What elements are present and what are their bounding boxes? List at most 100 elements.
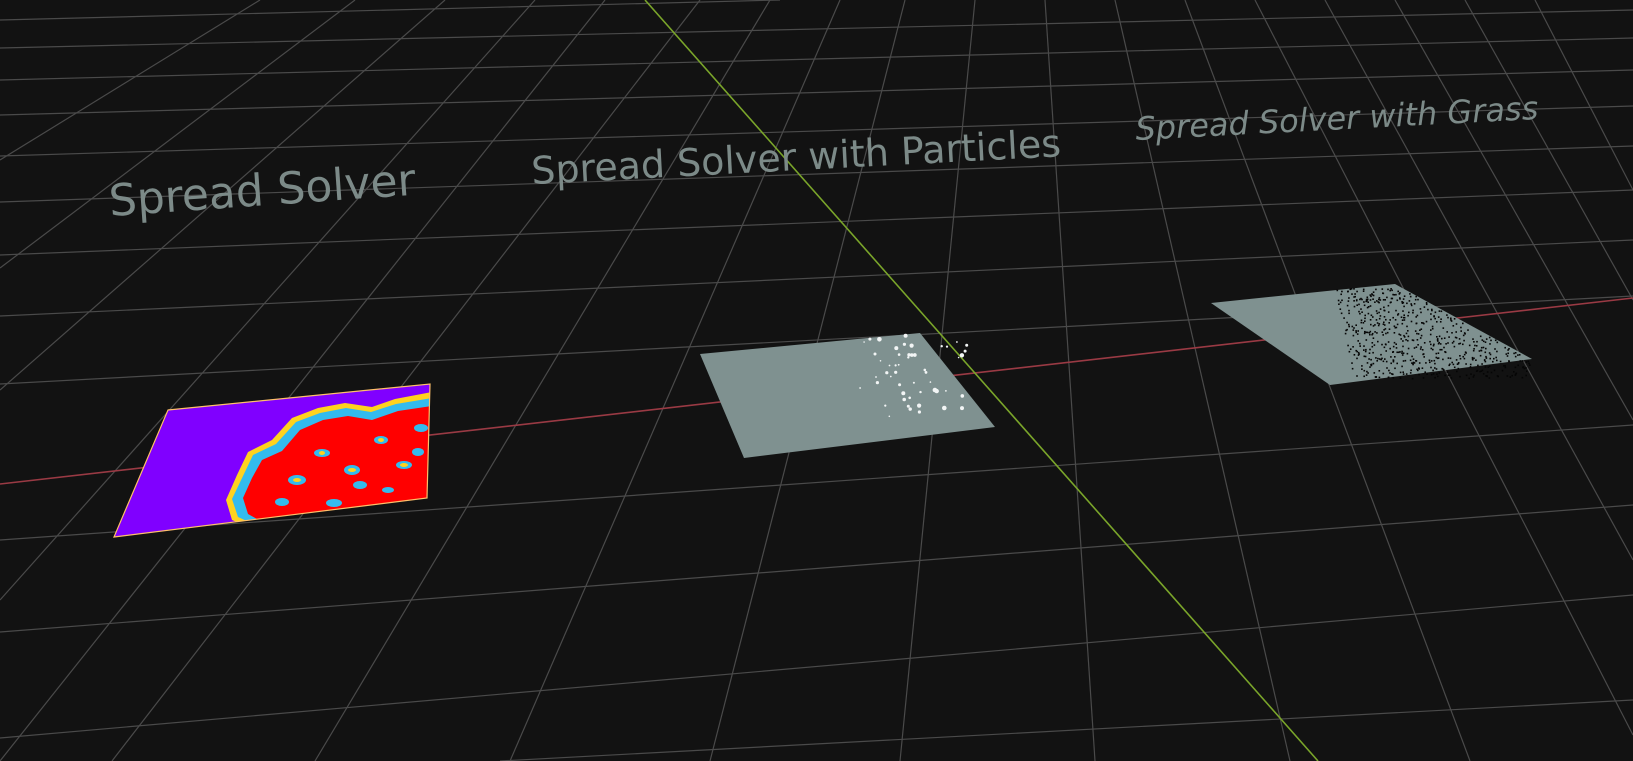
particle — [945, 345, 949, 348]
grass-blade — [1420, 311, 1422, 314]
grass-blade — [1423, 322, 1425, 325]
grass-blade — [1485, 355, 1487, 358]
grass-blade — [1435, 368, 1438, 370]
grass-blade — [1403, 295, 1406, 297]
grass-blade — [1430, 360, 1433, 362]
grass-blade — [1438, 372, 1441, 374]
grass-blade — [1392, 377, 1395, 379]
grass-blade — [1446, 314, 1448, 316]
grass-blade — [1412, 361, 1415, 364]
grass-blade — [1346, 321, 1348, 324]
grass-blade — [1473, 348, 1475, 350]
grass-blade — [1385, 332, 1387, 335]
grass-blade — [1453, 345, 1456, 348]
grass-blade — [1355, 330, 1357, 332]
grass-blade — [1374, 301, 1376, 303]
grass-blade — [1525, 361, 1528, 363]
3d-viewport[interactable]: Spread Solver Spread Solver with Particl… — [0, 0, 1633, 761]
grass-blade — [1381, 288, 1384, 290]
grass-blade — [1425, 303, 1428, 306]
particle — [894, 346, 899, 351]
grass-blade — [1488, 377, 1491, 379]
grass-blade — [1517, 354, 1519, 356]
grass-blade — [1382, 299, 1385, 301]
grass-blade — [1463, 357, 1466, 360]
grass-blade — [1358, 353, 1360, 355]
grass-blade — [1356, 350, 1358, 353]
grass-blade — [1366, 296, 1369, 299]
grass-blade — [1355, 324, 1357, 326]
particle — [903, 333, 908, 338]
grass-blade — [1475, 359, 1477, 361]
grass-blade — [1387, 311, 1390, 313]
grass-blade — [1486, 375, 1488, 378]
grass-blade — [1401, 350, 1403, 353]
particle — [965, 343, 969, 347]
grass-blade — [1399, 377, 1402, 379]
grass-blade — [1528, 362, 1530, 365]
grass-blade — [1401, 365, 1403, 368]
grass-blade — [1410, 369, 1412, 372]
grass-blade — [1399, 297, 1401, 299]
grass-blade — [1351, 367, 1354, 370]
grass-blade — [1523, 367, 1526, 370]
grass-blade — [1446, 371, 1449, 373]
grass-blade — [1363, 304, 1366, 307]
particle — [945, 390, 947, 392]
grass-blade — [1433, 343, 1435, 346]
grass-blade — [1417, 298, 1419, 301]
grass-blade — [1381, 343, 1383, 346]
particle — [894, 364, 897, 367]
grass-blade — [1356, 333, 1359, 335]
grass-blade — [1369, 299, 1372, 301]
particle — [917, 403, 922, 408]
grass-blade — [1384, 358, 1386, 360]
grass-blade — [1421, 349, 1424, 351]
grass-blade — [1403, 305, 1405, 308]
particle — [898, 383, 902, 387]
grass-blade — [1395, 326, 1398, 329]
grass-blade — [1407, 314, 1409, 317]
grass-blade — [1409, 372, 1412, 374]
particle — [917, 410, 922, 414]
grass-blade — [1353, 305, 1356, 308]
grass-blade — [1421, 322, 1423, 324]
grass-blade — [1468, 377, 1470, 380]
grass-blade — [1494, 348, 1496, 350]
grass-blade — [1463, 339, 1465, 342]
grass-blade — [1496, 350, 1498, 353]
grass-blade — [1393, 325, 1396, 327]
grass-blade — [1395, 293, 1397, 296]
grass-blade — [1449, 357, 1452, 360]
grass-blade — [1452, 325, 1455, 327]
grass-blade — [1459, 357, 1462, 360]
grass-blade — [1492, 360, 1494, 363]
grass-blade — [1481, 363, 1483, 365]
particle — [859, 387, 861, 389]
grass-blade — [1382, 360, 1385, 363]
grass-blade — [1416, 339, 1419, 341]
grass-blade — [1348, 309, 1350, 312]
grass-blade — [1348, 323, 1350, 326]
grass-blade — [1413, 347, 1416, 349]
grass-blade — [1392, 316, 1394, 319]
particle — [957, 356, 960, 359]
particle — [877, 337, 882, 342]
grass-blade — [1430, 318, 1432, 321]
grass-blade — [1358, 303, 1360, 306]
grass-blade — [1362, 288, 1365, 291]
grass-blade — [1444, 351, 1446, 353]
grass-blade — [1384, 299, 1386, 301]
particle — [963, 349, 967, 353]
grass-blade — [1385, 360, 1388, 363]
grass-blade — [1372, 325, 1375, 327]
grass-blade — [1392, 351, 1395, 353]
grass-blade — [1483, 359, 1486, 361]
grass-blade — [1364, 350, 1367, 353]
grass-blade — [1365, 331, 1368, 334]
grass-blade — [1418, 373, 1420, 376]
particle — [894, 370, 898, 374]
grass-blade — [1432, 369, 1434, 372]
grass-blade — [1434, 317, 1436, 320]
grass-blade — [1493, 357, 1495, 360]
